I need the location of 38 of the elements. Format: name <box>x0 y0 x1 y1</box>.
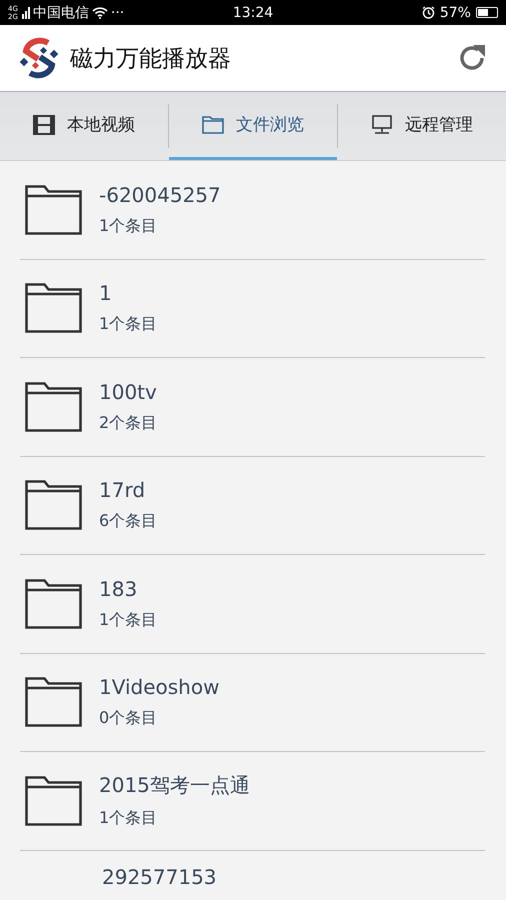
item-count: 2个条目 <box>99 412 158 434</box>
item-count: 1个条目 <box>99 610 158 631</box>
folder-name[interactable]: 1 <box>99 281 158 306</box>
folder-icon <box>202 116 224 134</box>
folder-name[interactable]: -620045257 <box>99 182 221 207</box>
battery-percent: 57% <box>440 4 471 20</box>
carrier-name: 中国电信 <box>32 4 89 22</box>
more-indicator: ··· <box>110 4 124 20</box>
folder-icon <box>25 677 82 728</box>
folder-icon <box>25 578 82 629</box>
tab[interactable]: 本地视频 <box>0 92 168 160</box>
folder-icon <box>25 184 82 235</box>
monitor-icon <box>371 114 393 134</box>
folder-name[interactable]: 100tv <box>99 380 158 404</box>
signal-icon <box>22 6 30 18</box>
item-count: 6个条目 <box>99 511 158 532</box>
folder-icon <box>25 480 82 530</box>
folder-name[interactable]: 1Videoshow <box>99 675 220 700</box>
app-title: 磁力万能播放器 <box>70 44 232 74</box>
folder-icon <box>25 283 82 334</box>
folder-name[interactable]: 292577153 <box>102 864 217 888</box>
alarm-icon <box>422 6 435 19</box>
tab[interactable]: 远程管理 <box>338 92 506 160</box>
clock: 13:24 <box>232 4 274 20</box>
tab[interactable]: 文件浏览 <box>169 92 337 160</box>
item-count: 0个条目 <box>99 708 158 730</box>
item-count: 1个条目 <box>99 216 158 237</box>
wifi-icon <box>92 6 108 19</box>
folder-icon <box>25 776 82 826</box>
item-count: 1个条目 <box>99 314 158 336</box>
item-count: 1个条目 <box>99 808 158 830</box>
film-icon <box>33 114 55 134</box>
folder-name[interactable]: 17rd <box>99 478 158 502</box>
app-logo <box>18 37 60 79</box>
battery-icon <box>476 7 498 18</box>
folder-name[interactable]: 183 <box>99 576 158 601</box>
folder-name[interactable]: 2015驾考一点通 <box>99 772 250 800</box>
folder-icon <box>25 382 82 432</box>
